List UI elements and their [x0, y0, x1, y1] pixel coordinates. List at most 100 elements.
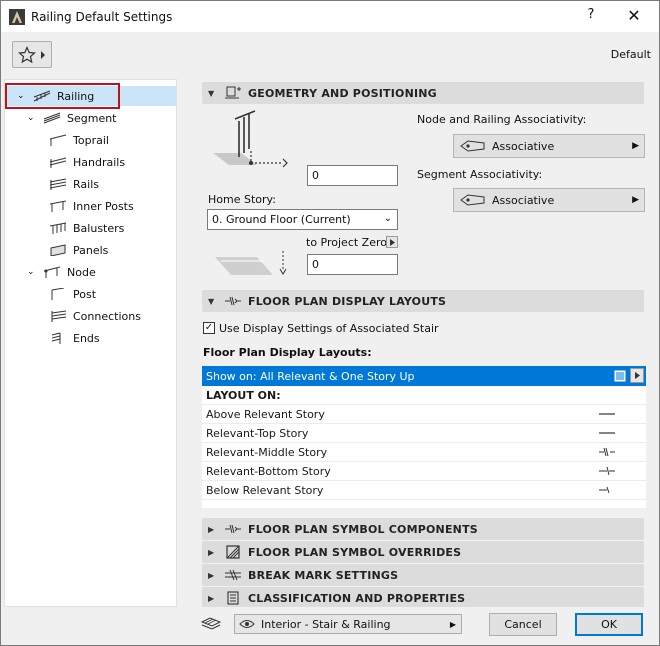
- triangle-right-icon: ▶: [208, 570, 215, 580]
- chevron-down-icon: ⌄: [27, 267, 35, 277]
- segment-icon: [43, 112, 61, 124]
- layout-row-relevant-top[interactable]: Relevant-Top Story: [202, 424, 646, 443]
- segment-associativity-button[interactable]: Associative ▶: [453, 188, 645, 212]
- chevron-down-icon: ⌄: [27, 113, 35, 123]
- archicad-app-icon: [9, 8, 25, 25]
- break-mark-icon: [222, 569, 244, 581]
- panels-icon: [50, 244, 66, 256]
- section-header-classification[interactable]: ▶ CLASSIFICATION AND PROPERTIES: [202, 587, 644, 609]
- section-header-symbol-components[interactable]: ▶ FLOOR PLAN SYMBOL COMPONENTS: [202, 518, 644, 540]
- layer-value: Interior - Stair & Railing: [261, 617, 391, 631]
- layout-row-label: Relevant-Middle Story: [206, 445, 328, 459]
- tree-label: Railing: [57, 89, 95, 103]
- layout-row-below-relevant[interactable]: Below Relevant Story: [202, 481, 646, 500]
- help-button[interactable]: ?: [581, 7, 601, 22]
- segment-associativity-label: Segment Associativity:: [417, 168, 543, 181]
- default-label: Default: [610, 48, 651, 61]
- tree-item-toprail[interactable]: Toprail: [5, 130, 109, 150]
- caret-right-icon: ▶: [632, 141, 639, 151]
- caret-right-icon: ▶: [632, 195, 639, 205]
- use-display-settings-checkbox[interactable]: ✓: [203, 322, 215, 334]
- tree-label: Ends: [73, 331, 100, 345]
- favorites-button[interactable]: [12, 41, 52, 68]
- tree-label: Handrails: [73, 155, 126, 169]
- title-bar: Railing Default Settings ? ✕: [1, 1, 659, 32]
- tree-item-rails[interactable]: Rails: [5, 174, 99, 194]
- caret-right-icon: ▶: [449, 620, 456, 629]
- height-input[interactable]: 0: [307, 165, 398, 186]
- chevron-down-icon: ⌄: [17, 91, 25, 101]
- close-button[interactable]: ✕: [617, 4, 651, 28]
- use-display-settings-label: Use Display Settings of Associated Stair: [219, 322, 439, 335]
- half-break-line-icon: [599, 466, 615, 476]
- ends-icon: [51, 332, 61, 344]
- home-story-select[interactable]: 0. Ground Floor (Current) ⌄: [207, 209, 398, 230]
- triangle-right-icon: ▶: [208, 593, 215, 603]
- show-on-menu-button[interactable]: [630, 368, 644, 383]
- tree-item-panels[interactable]: Panels: [5, 240, 108, 260]
- geometry-positioning-icon: [222, 86, 244, 100]
- tree-item-balusters[interactable]: Balusters: [5, 218, 124, 238]
- handrails-icon: [49, 157, 67, 168]
- caret-right-icon: [41, 50, 45, 59]
- layout-row-relevant-middle[interactable]: Relevant-Middle Story: [202, 443, 646, 462]
- caret-right-icon: [634, 372, 640, 379]
- solid-line-icon: [599, 413, 615, 415]
- tree-item-ends[interactable]: Ends: [5, 328, 100, 348]
- tree-item-node[interactable]: ⌄ Node: [5, 262, 96, 282]
- layout-row-above-relevant[interactable]: Above Relevant Story: [202, 405, 646, 424]
- cancel-button[interactable]: Cancel: [489, 613, 557, 636]
- ok-button[interactable]: OK: [575, 613, 643, 636]
- node-icon: [43, 266, 61, 278]
- layout-on-header: LAYOUT ON:: [202, 386, 646, 405]
- show-on-row[interactable]: Show on: All Relevant & One Story Up: [202, 366, 646, 386]
- layout-row-label: Below Relevant Story: [206, 483, 324, 497]
- triangle-right-icon: ▶: [208, 524, 215, 534]
- layer-select[interactable]: Interior - Stair & Railing ▶: [234, 614, 462, 634]
- tree-label: Panels: [73, 243, 109, 257]
- layout-row-relevant-bottom[interactable]: Relevant-Bottom Story: [202, 462, 646, 481]
- settings-panel: ▼ GEOMETRY AND POSITIONING 0 Home Story:…: [189, 79, 657, 609]
- checkmark-icon: ✓: [204, 322, 214, 333]
- triangle-down-icon: ▼: [208, 88, 215, 98]
- symbol-components-icon: [222, 524, 244, 534]
- floor-plan-display-icon: [222, 296, 244, 306]
- tree-item-inner-posts[interactable]: Inner Posts: [5, 196, 134, 216]
- toprail-icon: [49, 134, 67, 146]
- layer-icon: [200, 617, 222, 630]
- section-label: FLOOR PLAN SYMBOL COMPONENTS: [248, 522, 478, 536]
- stair-display-icon: [614, 370, 626, 382]
- window-title: Railing Default Settings: [31, 9, 173, 24]
- railing-icon: [33, 90, 51, 102]
- section-label: GEOMETRY AND POSITIONING: [248, 86, 437, 100]
- toolbar: Default: [1, 32, 659, 76]
- tree-item-connections[interactable]: Connections: [5, 306, 141, 326]
- tree-item-railing[interactable]: ⌄ Railing: [5, 86, 176, 106]
- elevation-input[interactable]: 0: [307, 254, 398, 275]
- tree-label: Post: [73, 287, 97, 301]
- section-header-break-mark[interactable]: ▶ BREAK MARK SETTINGS: [202, 564, 644, 586]
- home-story-label: Home Story:: [208, 193, 276, 206]
- layout-on-label: LAYOUT ON:: [206, 388, 281, 402]
- eye-icon: [239, 620, 255, 628]
- reference-menu-button[interactable]: [386, 236, 398, 248]
- tree-label: Segment: [67, 111, 117, 125]
- tree-item-post[interactable]: Post: [5, 284, 96, 304]
- home-story-value: 0. Ground Floor (Current): [212, 213, 351, 226]
- node-associativity-label: Node and Railing Associativity:: [417, 113, 587, 126]
- settings-tree: ⌄ Railing ⌄ Segment Toprail Handrails Ra…: [4, 79, 177, 607]
- connections-icon: [51, 310, 67, 322]
- triangle-right-icon: ▶: [208, 547, 215, 557]
- classification-icon: [222, 591, 244, 605]
- node-associativity-value: Associative: [492, 139, 555, 153]
- layout-row-label: Relevant-Bottom Story: [206, 464, 331, 478]
- section-header-geometry[interactable]: ▼ GEOMETRY AND POSITIONING: [202, 82, 644, 104]
- associative-icon: [460, 140, 485, 152]
- solid-line-icon: [599, 432, 615, 434]
- tree-item-segment[interactable]: ⌄ Segment: [5, 108, 117, 128]
- section-header-floor-plan-display[interactable]: ▼ FLOOR PLAN DISPLAY LAYOUTS: [202, 290, 644, 312]
- node-associativity-button[interactable]: Associative ▶: [453, 134, 645, 158]
- section-header-symbol-overrides[interactable]: ▶ FLOOR PLAN SYMBOL OVERRIDES: [202, 541, 644, 563]
- tree-label: Balusters: [73, 221, 125, 235]
- tree-item-handrails[interactable]: Handrails: [5, 152, 125, 172]
